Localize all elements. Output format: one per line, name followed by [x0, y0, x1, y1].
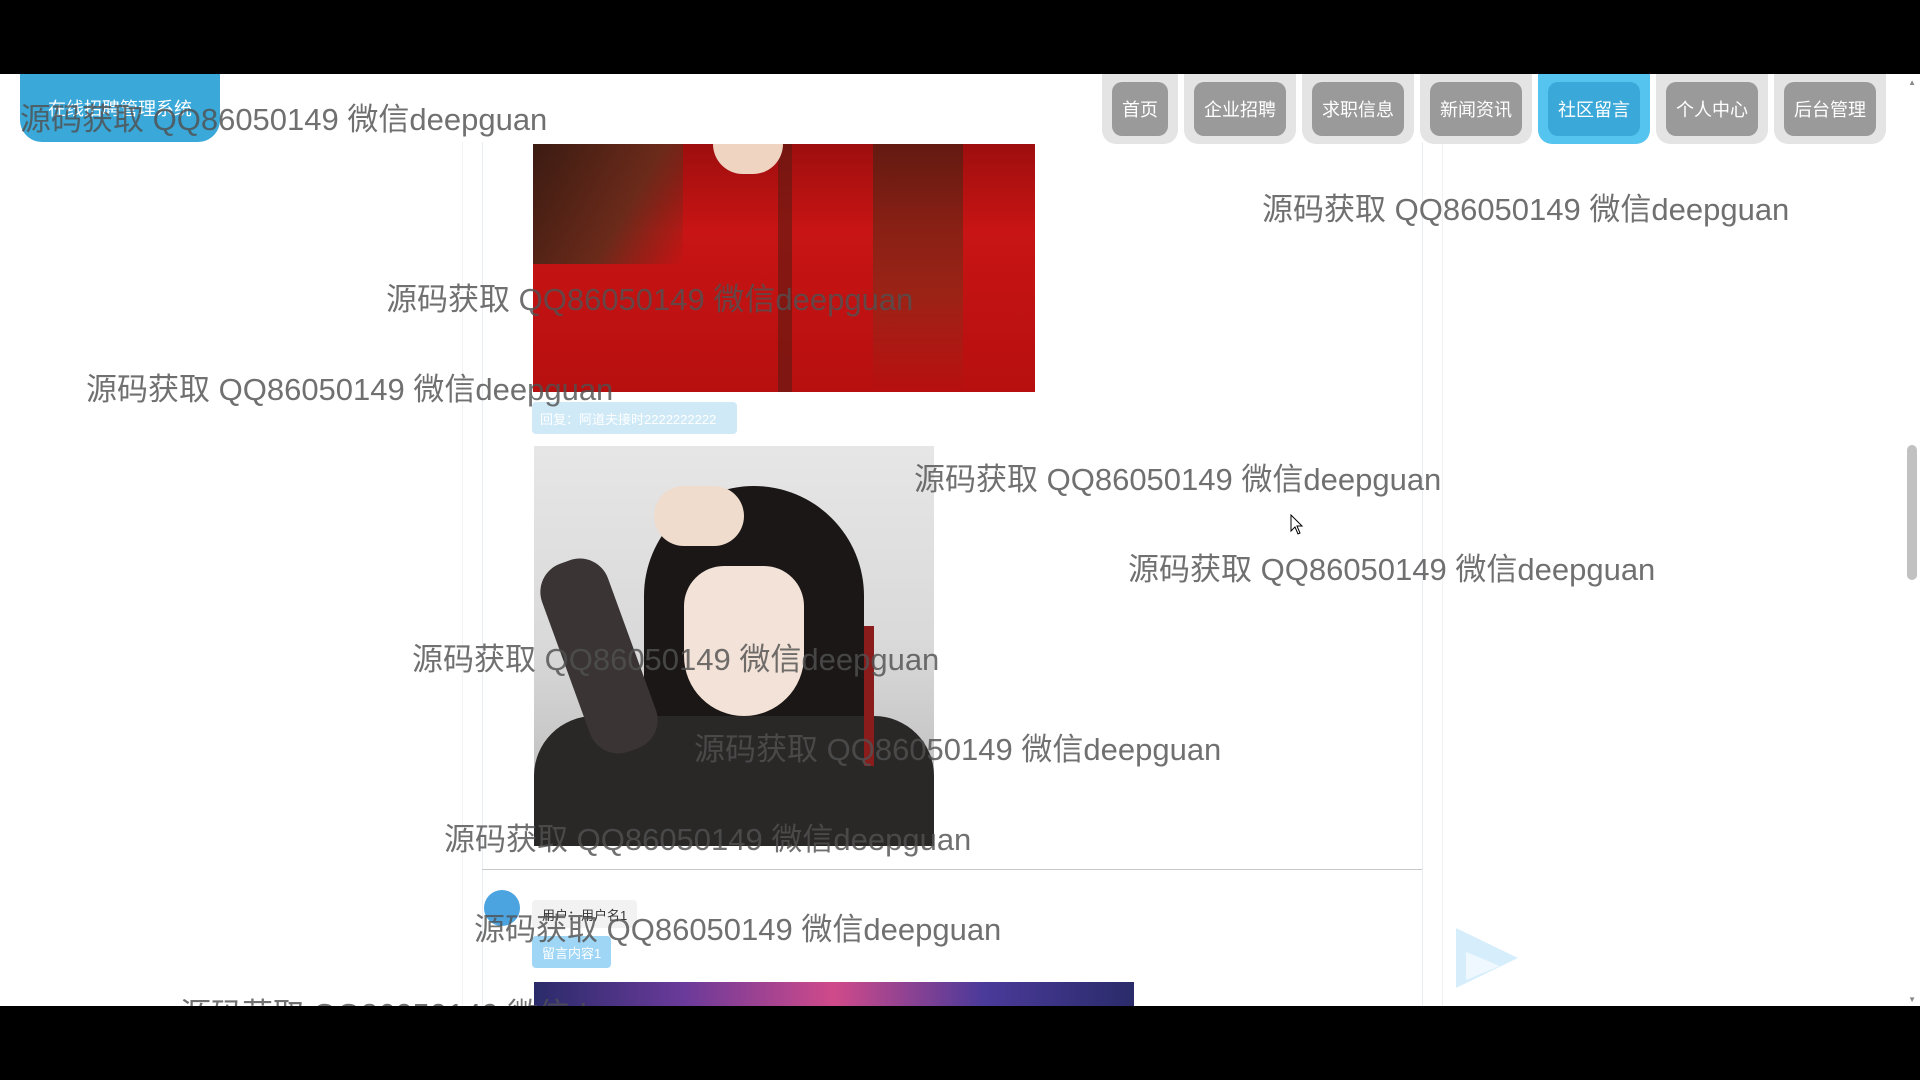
nav-news[interactable]: 新闻资讯 — [1420, 74, 1532, 144]
page-scrollbar[interactable]: ▲ ▼ — [1904, 74, 1920, 1006]
reply-badge: 回复：阿道夫接时2222222222 — [532, 402, 737, 434]
nav-admin-label: 后台管理 — [1784, 82, 1876, 136]
watermark: 源码获取 QQ86050149 微信deepguan — [914, 462, 1442, 497]
mouse-cursor-icon — [1290, 514, 1304, 535]
comment-divider — [482, 869, 1422, 870]
site-logo-text: 在线招聘管理系统 — [48, 99, 192, 119]
content-border-right-outer — [1442, 142, 1443, 1006]
nav-personal-center-label: 个人中心 — [1666, 82, 1758, 136]
scroll-down-arrow-icon[interactable]: ▼ — [1908, 995, 1916, 1004]
content-guide-line — [462, 142, 463, 1006]
comment-image-red-robe — [533, 144, 1035, 392]
nav-community-label: 社区留言 — [1548, 82, 1640, 136]
main-nav: 首页 企业招聘 求职信息 新闻资讯 社区留言 个人中心 后台管理 — [1102, 74, 1886, 144]
nav-news-label: 新闻资讯 — [1430, 82, 1522, 136]
nav-job-seeking[interactable]: 求职信息 — [1302, 74, 1414, 144]
comment-image-portrait — [534, 446, 934, 846]
play-icon[interactable] — [1452, 922, 1522, 992]
nav-community[interactable]: 社区留言 — [1538, 74, 1650, 144]
comment-username: 用户：用户名1 — [532, 900, 638, 928]
content-border-left — [482, 142, 483, 1006]
scroll-thumb[interactable] — [1907, 445, 1917, 580]
comment-image-night-sky — [534, 982, 1134, 1006]
nav-company-jobs[interactable]: 企业招聘 — [1184, 74, 1296, 144]
nav-home[interactable]: 首页 — [1102, 74, 1178, 144]
content-border-right — [1422, 142, 1423, 1006]
watermark: 源码获取 QQ86050149 微信deepguan — [1262, 192, 1790, 227]
nav-admin[interactable]: 后台管理 — [1774, 74, 1886, 144]
nav-job-seeking-label: 求职信息 — [1312, 82, 1404, 136]
site-logo[interactable]: 在线招聘管理系统 — [20, 74, 220, 142]
watermark: 源码获取 QQ86050149 微信deepguan — [1128, 552, 1656, 587]
reply-text: 回复：阿道夫接时2222222222 — [540, 411, 717, 427]
comment-content-badge: 留言内容1 — [532, 936, 612, 968]
nav-company-jobs-label: 企业招聘 — [1194, 82, 1286, 136]
nav-personal-center[interactable]: 个人中心 — [1656, 74, 1768, 144]
scroll-up-arrow-icon[interactable]: ▲ — [1908, 78, 1916, 87]
nav-home-label: 首页 — [1112, 82, 1168, 136]
browser-viewport: 在线招聘管理系统 首页 企业招聘 求职信息 新闻资讯 社区留言 个人中心 后台管… — [0, 74, 1920, 1006]
user-avatar — [484, 890, 520, 926]
